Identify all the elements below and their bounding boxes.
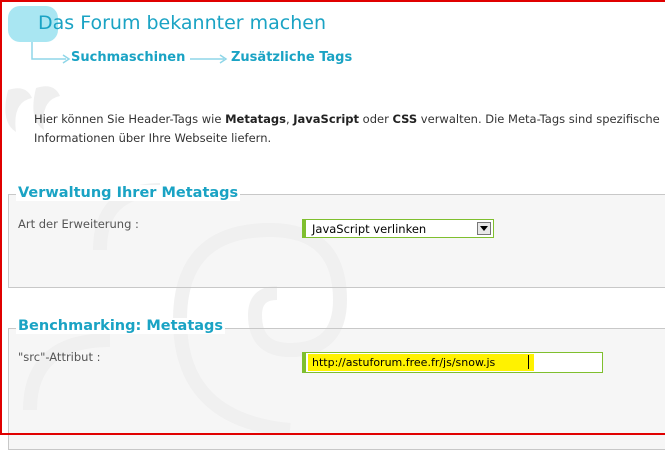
src-attribute-label: "src"-Attribut : bbox=[18, 350, 101, 364]
section-legend: Verwaltung Ihrer Metatags bbox=[16, 185, 241, 201]
text-caret bbox=[528, 355, 529, 369]
src-attribute-input[interactable]: http://astuforum.free.fr/js/snow.js bbox=[302, 352, 603, 373]
select-arrow-icon[interactable] bbox=[477, 222, 491, 235]
metatags-management-section bbox=[8, 194, 665, 288]
intro-keyword-metatags: Metatags bbox=[225, 112, 286, 126]
intro-text-part: verwalten. Die Meta-Tags sind spezifisch… bbox=[417, 112, 660, 126]
page-title: Das Forum bekannter machen bbox=[38, 12, 326, 34]
breadcrumb-arrow-icon bbox=[190, 54, 228, 64]
breadcrumb-item-suchmaschinen[interactable]: Suchmaschinen bbox=[71, 50, 185, 65]
intro-text: Hier können Sie Header-Tags wie Metatags… bbox=[34, 110, 665, 148]
intro-text-line2: Informationen über Ihre Webseite liefern… bbox=[34, 131, 272, 145]
benchmarking-metatags-section bbox=[8, 328, 665, 450]
select-value: JavaScript verlinken bbox=[312, 222, 427, 236]
section-legend: Benchmarking: Metatags bbox=[16, 318, 226, 334]
intro-keyword-javascript: JavaScript bbox=[293, 112, 359, 126]
extension-type-select[interactable]: JavaScript verlinken bbox=[302, 219, 494, 238]
breadcrumb-arrow-icon bbox=[31, 42, 71, 64]
intro-keyword-css: CSS bbox=[392, 112, 418, 126]
intro-text-part: oder bbox=[359, 112, 393, 126]
extension-type-label: Art der Erweiterung : bbox=[18, 217, 139, 231]
breadcrumb-item-zusaetzliche-tags[interactable]: Zusätzliche Tags bbox=[231, 50, 352, 65]
src-attribute-value: http://astuforum.free.fr/js/snow.js bbox=[312, 356, 496, 369]
intro-text-part: Hier können Sie Header-Tags wie bbox=[34, 112, 226, 126]
